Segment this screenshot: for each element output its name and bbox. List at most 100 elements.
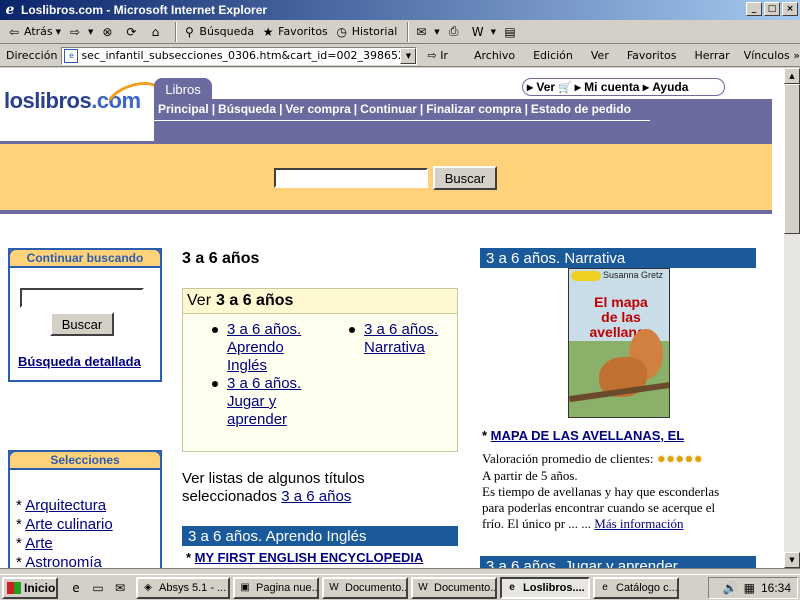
desktop-icon[interactable]: ▭ bbox=[90, 580, 106, 596]
book-cover-image[interactable]: Susanna Gretz El mapa de las avellanas bbox=[568, 268, 670, 418]
dropdown-arrow-icon[interactable]: ▼ bbox=[88, 28, 93, 36]
menu-favorites[interactable]: Favoritos bbox=[627, 49, 677, 62]
home-icon: ⌂ bbox=[151, 24, 160, 39]
search-button[interactable]: ⚲ Búsqueda bbox=[181, 24, 254, 40]
address-dropdown-icon[interactable]: ▼ bbox=[400, 47, 417, 64]
start-button[interactable]: Inicio bbox=[2, 576, 58, 599]
arrow-right-icon: ▸ bbox=[642, 80, 649, 94]
nav-principal[interactable]: Principal bbox=[158, 102, 209, 116]
dropdown-arrow-icon[interactable]: ▼ bbox=[491, 28, 496, 36]
site-logo[interactable]: loslibros.com bbox=[4, 74, 169, 128]
dropdown-arrow-icon[interactable]: ▼ bbox=[56, 28, 61, 36]
links-button[interactable]: Vínculos » bbox=[744, 49, 800, 62]
go-label: Ir bbox=[440, 49, 448, 62]
continue-search-title: Continuar buscando bbox=[8, 248, 162, 268]
nav-estado-pedido[interactable]: Estado de pedido bbox=[531, 102, 631, 116]
nav-ver-compra[interactable]: Ver compra bbox=[285, 102, 350, 116]
scroll-thumb[interactable] bbox=[784, 84, 800, 234]
subsection-link-narrativa[interactable]: 3 a 6 años. Narrativa bbox=[364, 321, 438, 356]
stop-button[interactable]: ⊗ bbox=[99, 24, 117, 40]
page-title: 3 a 6 años bbox=[182, 250, 260, 267]
section-header-aprendo-ingles[interactable]: 3 a 6 años. Aprendo Inglés bbox=[182, 526, 458, 546]
lists-link[interactable]: 3 a 6 años bbox=[281, 488, 351, 505]
section-header-jugar-aprender[interactable]: 3 a 6 años. Jugar y aprender bbox=[480, 556, 756, 568]
nav-band: Principal | Búsqueda | Ver compra | Continuar |… bbox=[154, 99, 772, 144]
edit-button[interactable]: W ▼ bbox=[470, 24, 496, 40]
ie-icon: e bbox=[602, 582, 608, 593]
network-icon[interactable]: ▦ bbox=[744, 581, 755, 595]
back-label: Atrás bbox=[24, 25, 53, 38]
stop-icon: ⊗ bbox=[102, 24, 113, 39]
print-button[interactable]: ⎙ bbox=[446, 24, 464, 40]
list-item: * Arte culinario bbox=[16, 516, 113, 533]
subsection-link-aprendo-ingles[interactable]: 3 a 6 años. Aprendo Inglés bbox=[227, 321, 301, 374]
favorites-button[interactable]: ★ Favoritos bbox=[260, 24, 328, 40]
task-catalogo[interactable]: e Catálogo c... bbox=[593, 576, 679, 599]
maximize-button[interactable]: □ bbox=[764, 2, 780, 16]
selection-link[interactable]: Arte bbox=[25, 535, 53, 552]
toolbar-separator bbox=[407, 21, 410, 42]
history-label: Historial bbox=[351, 25, 398, 38]
book-link[interactable]: MY FIRST ENGLISH ENCYCLOPEDIA bbox=[195, 550, 424, 565]
main-search-button[interactable]: Buscar bbox=[433, 166, 497, 190]
back-button[interactable]: ⇦ Atrás ▼ bbox=[6, 24, 61, 40]
section-header-narrativa[interactable]: 3 a 6 años. Narrativa bbox=[480, 248, 756, 268]
book-link[interactable]: MAPA DE LAS AVELLANAS, EL bbox=[491, 428, 685, 443]
mail-button[interactable]: ✉ ▼ bbox=[413, 24, 439, 40]
task-documento-2[interactable]: W Documento... bbox=[411, 576, 497, 599]
forward-button[interactable]: ⇨ ▼ bbox=[67, 24, 93, 40]
minimize-button[interactable]: _ bbox=[746, 2, 762, 16]
more-info-link[interactable]: Más información bbox=[594, 516, 683, 531]
list-item: 3 a 6 años. Aprendo Inglés bbox=[212, 321, 327, 375]
selection-link[interactable]: Arquitectura bbox=[25, 497, 106, 514]
menu-tools[interactable]: Herrar bbox=[695, 49, 730, 62]
menu-edit[interactable]: Edición bbox=[533, 49, 573, 62]
tab-libros[interactable]: Libros bbox=[154, 78, 212, 100]
side-search-input[interactable] bbox=[20, 288, 144, 308]
side-search-button[interactable]: Buscar bbox=[50, 312, 114, 336]
nav-busqueda[interactable]: Búsqueda bbox=[218, 102, 276, 116]
word-icon: W bbox=[471, 24, 484, 39]
refresh-button[interactable]: ⟳ bbox=[123, 24, 141, 40]
subsection-link-jugar-aprender[interactable]: 3 a 6 años. Jugar y aprender bbox=[227, 375, 301, 428]
menu-file[interactable]: Archivo bbox=[474, 49, 515, 62]
go-button[interactable]: ⇨ Ir bbox=[427, 49, 448, 62]
task-absys[interactable]: ◈ Absys 5.1 - ... bbox=[136, 576, 230, 599]
task-documento-1[interactable]: W Documento... bbox=[322, 576, 408, 599]
ie-icon[interactable]: e bbox=[68, 580, 84, 596]
volume-icon[interactable]: 🔊 bbox=[723, 581, 738, 595]
nav-continuar[interactable]: Continuar bbox=[360, 102, 417, 116]
list-item: * Astronomía bbox=[16, 553, 113, 568]
advanced-search-link[interactable]: Búsqueda detallada bbox=[18, 354, 141, 369]
task-pagina[interactable]: ▣ Pagina nue... bbox=[233, 576, 319, 599]
address-input[interactable]: e sec_infantil_subsecciones_0306.htm&car… bbox=[61, 46, 418, 65]
rating-label: Valoración promedio de clientes: bbox=[482, 451, 654, 466]
scroll-up-icon[interactable]: ▲ bbox=[784, 68, 800, 84]
main-search-input[interactable] bbox=[274, 168, 428, 188]
task-loslibros[interactable]: e Loslibros.... bbox=[500, 576, 590, 599]
nav-finalizar-compra[interactable]: Finalizar compra bbox=[426, 102, 521, 116]
vertical-scrollbar[interactable]: ▲ ▼ bbox=[784, 68, 800, 568]
cart-icon[interactable]: 🛒 bbox=[558, 81, 572, 94]
nav-divider bbox=[154, 120, 650, 121]
ie-icon: e bbox=[509, 582, 515, 593]
favorites-label: Favoritos bbox=[278, 25, 328, 38]
discuss-button[interactable]: ▤ bbox=[502, 24, 520, 40]
address-url: sec_infantil_subsecciones_0306.htm&cart_… bbox=[81, 49, 418, 62]
ver-box: Ver 3 a 6 años 3 a 6 años. Aprendo Inglés … bbox=[182, 288, 458, 452]
selection-link[interactable]: Astronomía bbox=[25, 554, 102, 568]
my-account-link[interactable]: Mi cuenta bbox=[584, 80, 639, 94]
menu-view[interactable]: Ver bbox=[591, 49, 609, 62]
outlook-icon[interactable]: ✉ bbox=[112, 580, 128, 596]
history-button[interactable]: ◷ Historial bbox=[334, 24, 398, 40]
dropdown-arrow-icon[interactable]: ▼ bbox=[434, 28, 439, 36]
view-cart-link[interactable]: Ver bbox=[536, 80, 555, 94]
close-button[interactable]: × bbox=[782, 2, 798, 16]
header-divider bbox=[0, 210, 772, 214]
help-link[interactable]: Ayuda bbox=[652, 80, 688, 94]
list-item: 3 a 6 años. Jugar y aprender bbox=[212, 375, 327, 429]
scroll-down-icon[interactable]: ▼ bbox=[784, 552, 800, 568]
home-button[interactable]: ⌂ bbox=[147, 24, 165, 40]
selection-link[interactable]: Arte culinario bbox=[25, 516, 113, 533]
selections-list: * Arquitectura * Arte culinario * Arte *… bbox=[16, 496, 113, 568]
